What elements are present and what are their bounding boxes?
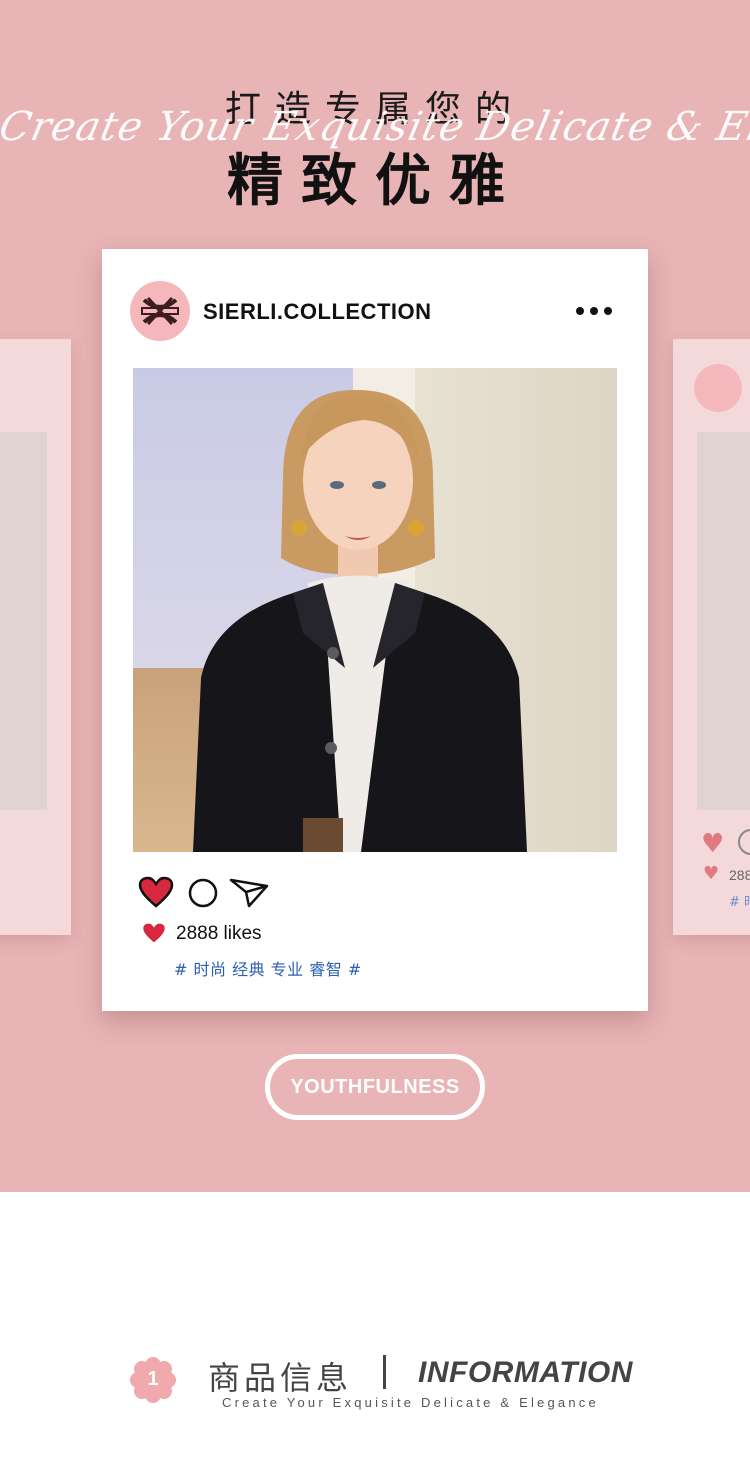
section-number: 1 [147,1368,159,1390]
more-icon[interactable] [576,299,616,323]
side-card-photo-placeholder [0,432,47,810]
post-hashtags[interactable]: # 时尚 经典 专业 睿智 # [174,956,362,980]
post-card: SIERLI.COLLECTION 2888 likes # 时尚 经典 专业 … [102,249,648,1011]
youthfulness-button[interactable]: YOUTHFULNESS [265,1054,485,1120]
likes-count: 2888 likes [176,923,262,944]
headline-main: 精致优雅 [227,149,523,214]
brand-logo-icon[interactable] [130,281,190,341]
side-card-likes-count: 288 [729,867,750,883]
side-card-likes-heart-icon: ♥ [703,863,720,884]
section-title-cn: 商品信息 [208,1359,353,1397]
side-card-logo-icon [694,364,742,412]
comment-icon[interactable] [187,877,219,913]
send-icon[interactable] [229,878,269,912]
side-card-hashtags: # 时 [729,895,750,910]
side-card-comment-icon [738,829,750,855]
post-username[interactable]: SIERLI.COLLECTION [203,299,432,325]
hero-banner: 打造专属您的 Create Your Exquisite Delicate & … [0,0,750,1192]
section-divider [383,1355,386,1389]
section-title-en: INFORMATION [418,1356,633,1389]
side-card-heart-icon: ♥ [701,829,725,859]
side-card-photo-placeholder [697,432,750,810]
section-subtitle: Create Your Exquisite Delicate & Eleganc… [222,1395,599,1410]
post-actions [138,876,278,908]
heart-icon[interactable] [138,876,174,912]
side-card-left[interactable] [0,339,71,935]
side-card-right[interactable]: ♥ ♥ 288 # 时 [673,339,750,935]
likes-heart-icon [142,922,166,948]
post-photo [133,368,617,852]
